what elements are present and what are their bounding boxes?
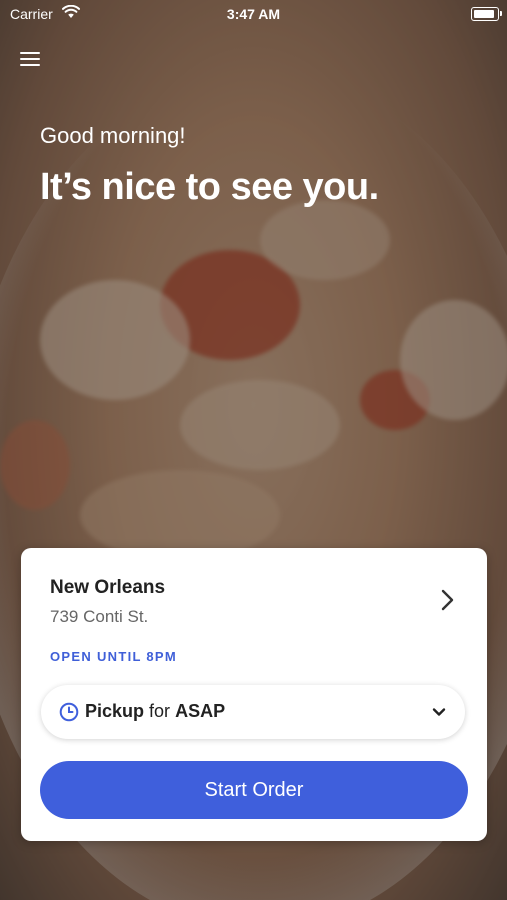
battery-icon — [471, 7, 502, 21]
clock-time: 3:47 AM — [226, 6, 281, 22]
location-name: New Orleans — [50, 577, 166, 598]
order-time-label: ASAP — [175, 701, 226, 721]
order-mode-label: Pickup — [85, 701, 145, 721]
order-mode-connector: for — [149, 701, 171, 721]
location-address: 739 Conti St. — [50, 607, 149, 626]
hours-status: OPEN UNTIL 8PM — [50, 649, 178, 664]
clock-icon — [59, 702, 79, 722]
chevron-right-icon[interactable] — [435, 588, 459, 612]
location-card: New Orleans 739 Conti St. OPEN UNTIL 8PM… — [21, 548, 487, 841]
start-order-button[interactable]: Start Order — [40, 761, 468, 819]
hamburger-menu-icon[interactable] — [20, 50, 42, 68]
greeting-text: Good morning! — [40, 123, 186, 148]
headline-text: It’s nice to see you. — [40, 166, 379, 208]
order-mode-selector[interactable]: Pickup for ASAP — [41, 685, 465, 739]
status-bar: Carrier 3:47 AM — [0, 0, 507, 28]
order-mode-text: Pickup for ASAP — [85, 701, 225, 722]
chevron-down-icon — [432, 708, 446, 716]
